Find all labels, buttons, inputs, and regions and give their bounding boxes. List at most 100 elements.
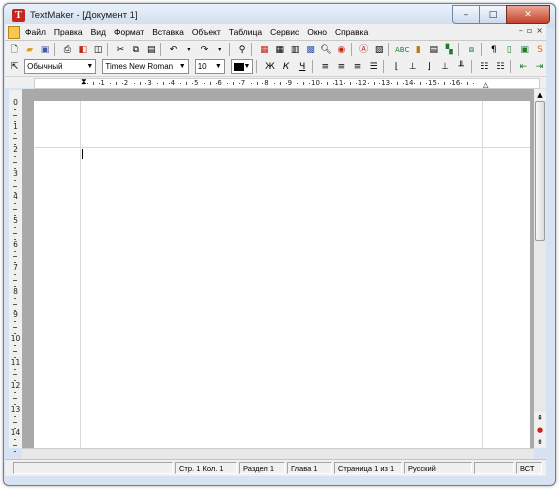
mdi-close-button[interactable]: × [536, 26, 543, 35]
separator [470, 60, 472, 73]
zoom-icon[interactable]: 🔍︎ [320, 43, 332, 57]
menu-item-5[interactable]: Объект [188, 26, 225, 38]
planmaker-icon[interactable]: S [534, 43, 546, 57]
text-frame-icon[interactable]: Ⓐ [357, 43, 369, 57]
left-indent-marker[interactable]: ⧗ [81, 78, 87, 86]
status-empty-cell [13, 462, 173, 474]
next-page-button[interactable]: ⇟ [534, 436, 546, 448]
font-dropdown[interactable]: Times New Roman ▼ [102, 59, 189, 74]
status-empty-cell [474, 462, 514, 474]
insert-picture-icon[interactable]: ▩ [304, 43, 316, 57]
mdi-minimize-button[interactable]: – [519, 26, 523, 35]
cut-icon[interactable]: ✂ [114, 43, 126, 57]
redo-dropdown-icon[interactable]: ▾ [214, 43, 226, 57]
vertical-ruler[interactable]: 0 1 2 3 4 5 6 7 8 9 10 11 12 13 14 [9, 90, 22, 453]
bullets-icon[interactable]: ☷ [478, 60, 491, 74]
vertical-ruler-tick [13, 114, 17, 116]
insert-frame-icon[interactable]: ▦ [258, 43, 270, 57]
status-language[interactable]: Русский [404, 462, 472, 474]
new-document-icon[interactable]: 🗋 [8, 43, 20, 57]
vertical-scrollbar[interactable]: ▲ ⇞ ● ⇟ [534, 89, 546, 448]
print-preview-icon[interactable]: ◫ [92, 43, 104, 57]
align-center-icon[interactable]: ≡ [335, 60, 348, 74]
right-margin-guide [482, 101, 483, 448]
field-icon[interactable]: ⧈ [465, 43, 477, 57]
decrease-indent-icon[interactable]: ⇤ [517, 60, 530, 74]
previous-page-button[interactable]: ⇞ [534, 412, 546, 424]
document-page[interactable] [34, 101, 530, 448]
mdi-restore-button[interactable]: ▫ [527, 26, 532, 35]
menu-item-3[interactable]: Формат [110, 26, 148, 38]
close-button[interactable]: ✕ [506, 5, 550, 24]
ruler-tick [396, 82, 398, 85]
scroll-up-button[interactable]: ▲ [534, 89, 546, 101]
insert-object-icon[interactable]: ▮ [412, 43, 424, 57]
menu-item-2[interactable]: Вид [87, 26, 110, 38]
menu-item-9[interactable]: Справка [331, 26, 372, 38]
save-icon[interactable]: ▣ [39, 43, 51, 57]
menu-item-7[interactable]: Сервис [266, 26, 303, 38]
menu-item-4[interactable]: Вставка [148, 26, 188, 38]
status-insert-mode[interactable]: ВСТ [516, 462, 542, 474]
open-folder-icon[interactable]: ▰ [23, 43, 35, 57]
tab-bar-icon[interactable]: ╨ [455, 60, 468, 74]
status-section: Раздел 1 [239, 462, 285, 474]
document-menu-icon[interactable] [8, 26, 20, 39]
ruler-tick [426, 83, 428, 84]
undo-icon[interactable]: ↶ [167, 43, 179, 57]
maximize-button[interactable]: □ [479, 5, 507, 24]
insert-chart-icon[interactable]: ▧ [373, 43, 385, 57]
menu-item-6[interactable]: Таблица [225, 26, 266, 38]
presentations-icon[interactable]: ▣ [518, 43, 530, 57]
ruler-tick [391, 83, 393, 84]
zoom-page-icon[interactable]: ◉ [335, 43, 347, 57]
style-dropdown[interactable]: Обычный ▼ [24, 59, 97, 74]
paste-icon[interactable]: ▤ [145, 43, 157, 57]
tab-center-icon[interactable]: ⊥ [406, 60, 419, 74]
font-size-dropdown[interactable]: 10 ▼ [194, 59, 225, 74]
pdf-export-icon[interactable]: ◧ [77, 43, 89, 57]
horizontal-scrollbar[interactable] [22, 448, 534, 459]
menu-item-0[interactable]: Файл [21, 26, 50, 38]
scroll-thumb[interactable] [535, 101, 545, 241]
spellcheck-icon[interactable]: ABC [395, 43, 409, 57]
underline-clear-icon[interactable]: Ч [296, 60, 309, 74]
chevron-down-icon: ▼ [86, 63, 94, 70]
redo-icon[interactable]: ↷ [198, 43, 210, 57]
outline-icon[interactable]: ¶ [488, 43, 500, 57]
insert-table-icon[interactable]: ▦ [274, 43, 286, 57]
browse-object-button[interactable]: ● [534, 424, 546, 436]
tab-decimal-icon[interactable]: ⊥ [439, 60, 452, 74]
justify-icon[interactable]: ☰ [367, 60, 380, 74]
undo-dropdown-icon[interactable]: ▾ [183, 43, 195, 57]
separator [228, 43, 230, 56]
ruler-tick [350, 82, 352, 85]
paragraph-marks-icon[interactable]: ▚ [443, 43, 455, 57]
left-margin-guide [80, 101, 81, 448]
increase-indent-icon[interactable]: ⇥ [533, 60, 546, 74]
vertical-ruler-tick [14, 392, 16, 394]
ruler-tick [256, 82, 258, 85]
italic-clear-icon[interactable]: К [280, 60, 293, 74]
align-right-icon[interactable]: ≡ [351, 60, 364, 74]
textmaker-app-icon[interactable]: T [12, 9, 25, 22]
tab-left-icon[interactable]: ⌊ [390, 60, 403, 74]
right-indent-marker[interactable]: △ [483, 81, 488, 89]
menu-item-1[interactable]: Правка [50, 26, 87, 38]
columns-icon[interactable]: ▥ [289, 43, 301, 57]
print-icon[interactable]: ⎙ [61, 43, 73, 57]
menu-item-8[interactable]: Окно [303, 26, 331, 38]
bold-clear-icon[interactable]: Ж [263, 60, 276, 74]
web-icon[interactable]: ▯ [503, 43, 515, 57]
horizontal-ruler[interactable]: ⧗ △ 1 2 3 4 5 6 7 8 9 10 11 12 13 14 15 16 [5, 77, 546, 89]
status-position: Стр. 1 Кол. 1 [175, 462, 237, 474]
arrow-select-icon[interactable]: ⇱ [8, 60, 21, 74]
find-icon[interactable]: ⚲ [236, 43, 248, 57]
numbering-icon[interactable]: ☷ [494, 60, 507, 74]
minimize-button[interactable]: – [452, 5, 480, 24]
styles-icon[interactable]: ▤ [428, 43, 440, 57]
copy-icon[interactable]: ⧉ [130, 43, 142, 57]
tab-right-icon[interactable]: ⌋ [422, 60, 435, 74]
text-color-picker[interactable]: ▼ [230, 59, 254, 74]
align-left-icon[interactable]: ≡ [319, 60, 332, 74]
